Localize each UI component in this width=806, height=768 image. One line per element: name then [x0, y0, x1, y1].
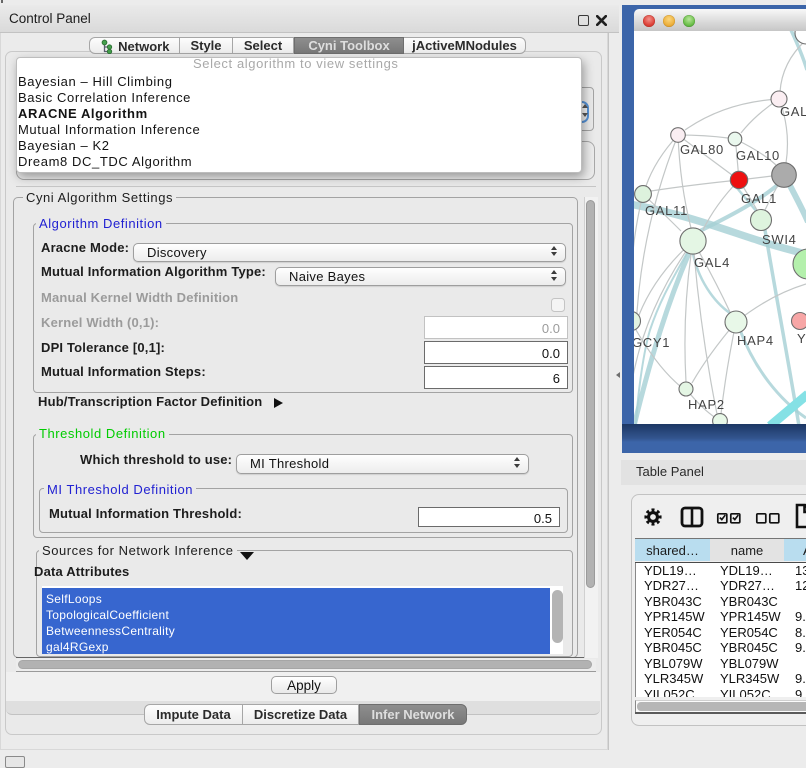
svg-text:SWI4: SWI4 [762, 232, 797, 247]
svg-text:GCY1: GCY1 [634, 335, 670, 350]
svg-text:GAL80: GAL80 [680, 142, 724, 157]
svg-text:GAL1: GAL1 [741, 191, 777, 206]
svg-text:YM: YM [797, 331, 806, 346]
svg-text:GAL7: GAL7 [780, 104, 806, 119]
svg-text:HAP2: HAP2 [688, 397, 725, 412]
svg-text:GAL11: GAL11 [645, 203, 688, 218]
svg-text:GAL4: GAL4 [694, 255, 730, 270]
svg-text:HAP4: HAP4 [737, 333, 774, 348]
svg-text:GAL10: GAL10 [736, 148, 780, 163]
